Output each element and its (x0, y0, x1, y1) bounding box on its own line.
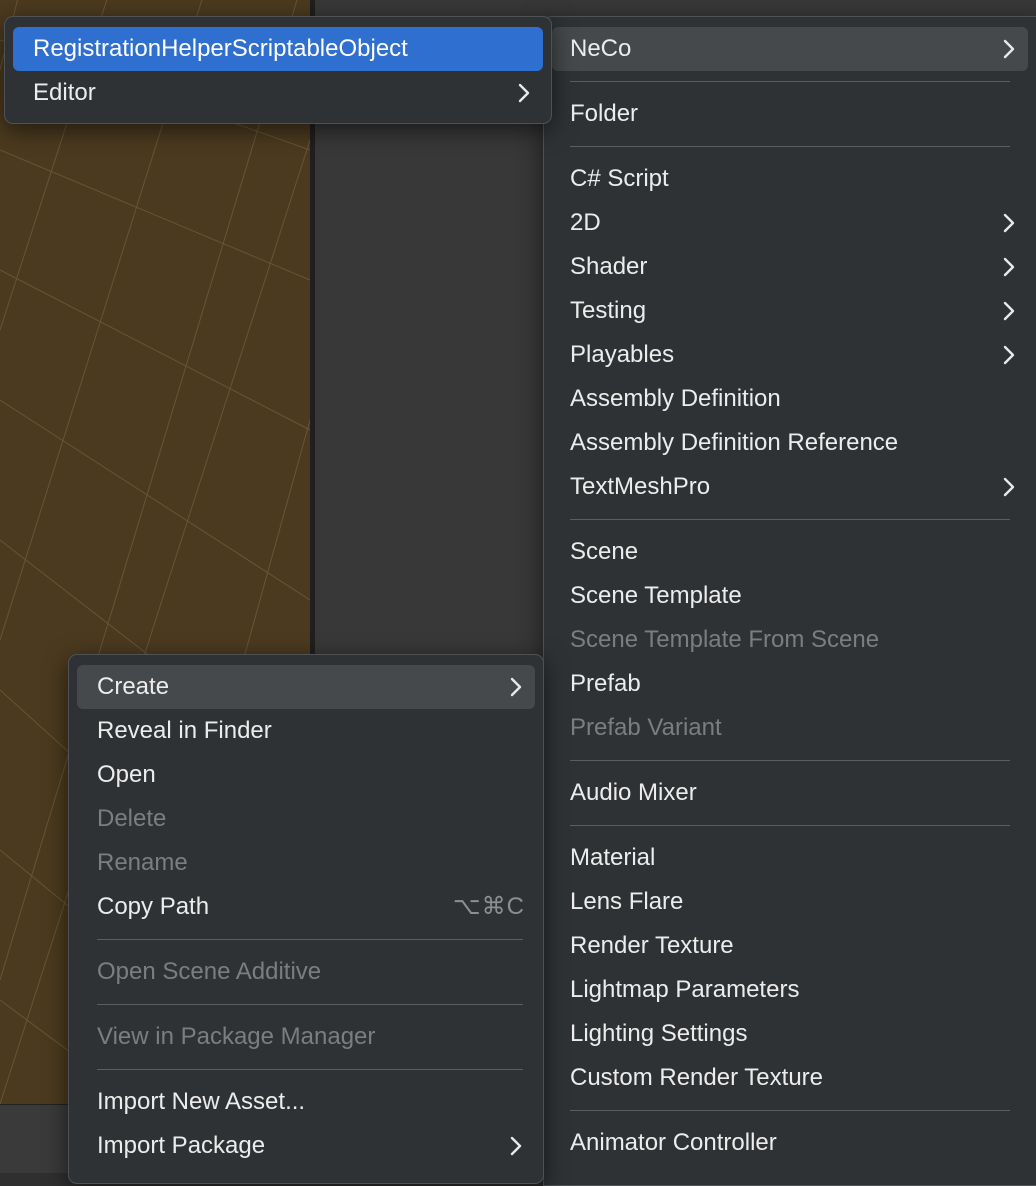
chevron-right-icon (1002, 245, 1016, 289)
keyboard-shortcut: ⌥⌘C (453, 893, 525, 920)
neco-submenu: RegistrationHelperScriptableObject Edito… (4, 16, 552, 124)
menu-item-label: Create (97, 673, 170, 700)
menu-item-label: Scene Template From Scene (570, 626, 880, 653)
menu-item-label: 2D (570, 209, 601, 236)
menu-item-label: Editor (33, 79, 96, 106)
menu-separator (97, 1069, 523, 1070)
menu-item-folder[interactable]: Folder (552, 92, 1028, 136)
menu-item-label: Audio Mixer (570, 779, 697, 806)
menu-item-prefab[interactable]: Prefab (552, 662, 1028, 706)
menu-item-material[interactable]: Material (552, 836, 1028, 880)
menu-item-copy-path[interactable]: Copy Path ⌥⌘C (77, 885, 535, 929)
chevron-right-icon (1002, 289, 1016, 333)
asset-context-menu: Create Reveal in Finder Open Delete Rena… (68, 654, 544, 1184)
menu-item-shader[interactable]: Shader (552, 245, 1028, 289)
menu-separator (570, 760, 1010, 761)
menu-item-textmeshpro[interactable]: TextMeshPro (552, 465, 1028, 509)
menu-item-label: NeCo (570, 35, 632, 62)
menu-separator (97, 939, 523, 940)
menu-item-label: Custom Render Texture (570, 1064, 824, 1091)
menu-separator (97, 1004, 523, 1005)
menu-item-label: View in Package Manager (97, 1023, 376, 1050)
menu-item-custom-render-texture[interactable]: Custom Render Texture (552, 1056, 1028, 1100)
menu-separator (570, 825, 1010, 826)
chevron-right-icon (1002, 201, 1016, 245)
menu-item-label: Lens Flare (570, 888, 684, 915)
menu-item-lens-flare[interactable]: Lens Flare (552, 880, 1028, 924)
menu-item-render-texture[interactable]: Render Texture (552, 924, 1028, 968)
menu-item-label: RegistrationHelperScriptableObject (33, 35, 408, 62)
menu-item-audio-mixer[interactable]: Audio Mixer (552, 771, 1028, 815)
menu-item-label: Open (97, 761, 156, 788)
menu-separator (570, 519, 1010, 520)
menu-item-testing[interactable]: Testing (552, 289, 1028, 333)
menu-item-label: Rename (97, 849, 188, 876)
menu-item-label: Render Texture (570, 932, 734, 959)
menu-item-delete[interactable]: Delete (77, 797, 535, 841)
menu-item-label: Animator Controller (570, 1129, 777, 1156)
menu-item-open[interactable]: Open (77, 753, 535, 797)
menu-item-label: Delete (97, 805, 167, 832)
menu-item-label: Import Package (97, 1132, 266, 1159)
chevron-right-icon (509, 1124, 523, 1168)
menu-item-view-in-package-manager[interactable]: View in Package Manager (77, 1015, 535, 1059)
menu-item-label: Scene Template (570, 582, 742, 609)
menu-separator (570, 146, 1010, 147)
chevron-right-icon (509, 665, 523, 709)
chevron-right-icon (1002, 465, 1016, 509)
menu-item-label: Open Scene Additive (97, 958, 322, 985)
menu-item-scene[interactable]: Scene (552, 530, 1028, 574)
menu-item-lightmap-parameters[interactable]: Lightmap Parameters (552, 968, 1028, 1012)
menu-item-label: Assembly Definition (570, 385, 781, 412)
menu-item-csharp-script[interactable]: C# Script (552, 157, 1028, 201)
menu-item-label: Playables (570, 341, 675, 368)
menu-item-animator-controller[interactable]: Animator Controller (552, 1121, 1028, 1165)
menu-item-import-new-asset[interactable]: Import New Asset... (77, 1080, 535, 1124)
chevron-right-icon (517, 71, 531, 115)
menu-item-editor[interactable]: Editor (13, 71, 543, 115)
menu-item-create[interactable]: Create (77, 665, 535, 709)
menu-item-assembly-definition-reference[interactable]: Assembly Definition Reference (552, 421, 1028, 465)
menu-item-label: Material (570, 844, 656, 871)
menu-item-label: Copy Path (97, 893, 210, 920)
menu-item-import-package[interactable]: Import Package (77, 1124, 535, 1168)
menu-item-label: Scene (570, 538, 639, 565)
menu-item-label: Prefab Variant (570, 714, 722, 741)
menu-item-registration-helper-scriptable-object[interactable]: RegistrationHelperScriptableObject (13, 27, 543, 71)
menu-item-scene-template-from-scene[interactable]: Scene Template From Scene (552, 618, 1028, 662)
menu-item-open-scene-additive[interactable]: Open Scene Additive (77, 950, 535, 994)
menu-item-prefab-variant[interactable]: Prefab Variant (552, 706, 1028, 750)
menu-item-label: Import New Asset... (97, 1088, 306, 1115)
menu-item-assembly-definition[interactable]: Assembly Definition (552, 377, 1028, 421)
menu-item-rename[interactable]: Rename (77, 841, 535, 885)
create-submenu: NeCo Folder C# Script 2D Shader Testing … (543, 16, 1036, 1186)
menu-item-label: Lighting Settings (570, 1020, 748, 1047)
menu-item-label: Lightmap Parameters (570, 976, 800, 1003)
menu-item-label: Assembly Definition Reference (570, 429, 899, 456)
menu-separator (570, 1110, 1010, 1111)
menu-item-lighting-settings[interactable]: Lighting Settings (552, 1012, 1028, 1056)
menu-item-playables[interactable]: Playables (552, 333, 1028, 377)
chevron-right-icon (1002, 27, 1016, 71)
menu-item-label: Reveal in Finder (97, 717, 272, 744)
menu-item-reveal-in-finder[interactable]: Reveal in Finder (77, 709, 535, 753)
menu-item-2d[interactable]: 2D (552, 201, 1028, 245)
menu-separator (570, 81, 1010, 82)
menu-item-neco[interactable]: NeCo (552, 27, 1028, 71)
menu-item-label: Prefab (570, 670, 641, 697)
menu-item-scene-template[interactable]: Scene Template (552, 574, 1028, 618)
menu-item-label: TextMeshPro (570, 473, 711, 500)
menu-item-label: C# Script (570, 165, 669, 192)
menu-item-label: Folder (570, 100, 639, 127)
menu-item-label: Testing (570, 297, 647, 324)
chevron-right-icon (1002, 333, 1016, 377)
menu-item-label: Shader (570, 253, 648, 280)
